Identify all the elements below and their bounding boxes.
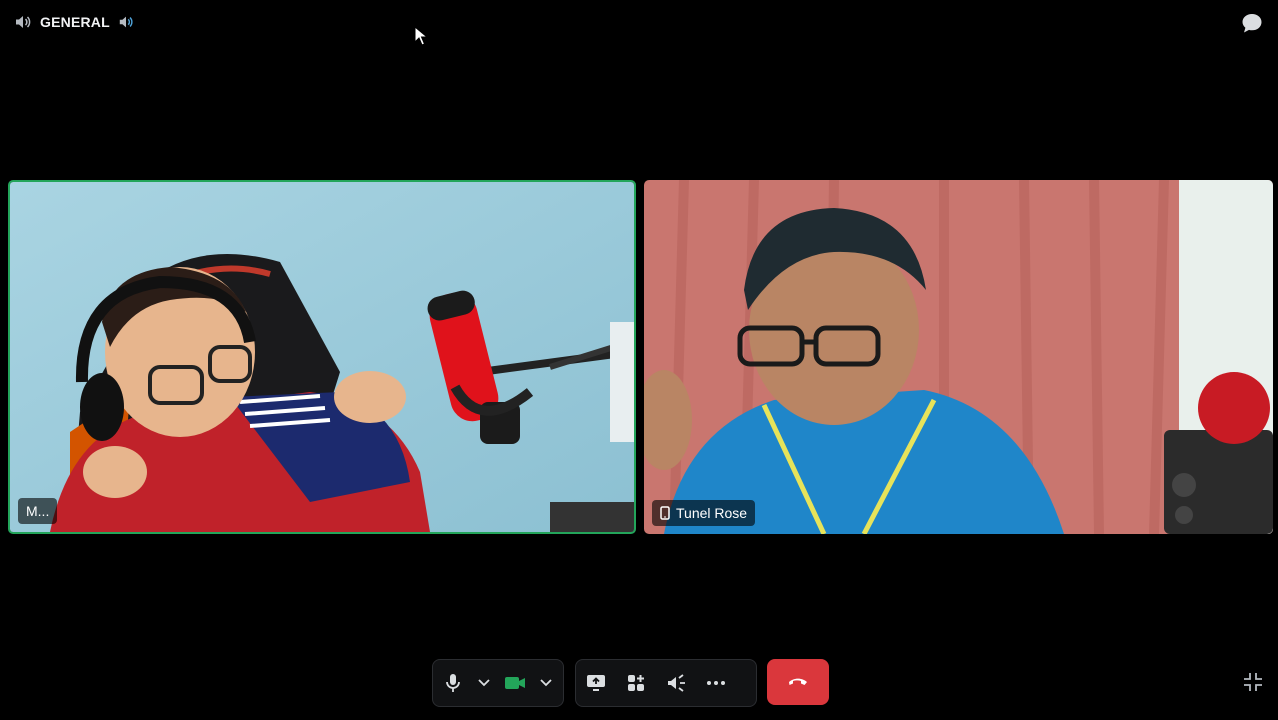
soundboard-icon xyxy=(666,674,686,692)
activity-controls-group xyxy=(575,659,757,707)
activities-button[interactable] xyxy=(616,663,656,703)
video-tile-participant-2[interactable]: Tunel Rose xyxy=(644,180,1273,534)
chevron-down-icon xyxy=(540,679,552,687)
channel-name: GENERAL xyxy=(40,14,110,30)
microphone-options-button[interactable] xyxy=(473,663,495,703)
disconnect-button[interactable] xyxy=(767,659,829,705)
participant-2-video xyxy=(644,180,1273,534)
chat-bubble-icon[interactable] xyxy=(1240,12,1264,34)
participant-name-tag: M... xyxy=(18,498,58,524)
more-icon xyxy=(707,681,725,685)
hang-up-icon xyxy=(788,677,808,687)
camera-button[interactable] xyxy=(495,663,535,703)
exit-fullscreen-icon xyxy=(1242,671,1264,693)
channel-header: GENERAL xyxy=(14,13,134,31)
top-bar: GENERAL xyxy=(0,0,1278,46)
chevron-down-icon xyxy=(478,679,490,687)
mouse-cursor-icon xyxy=(414,26,428,46)
mobile-icon xyxy=(660,506,670,520)
media-controls-group xyxy=(432,659,564,707)
volume-icon xyxy=(118,14,134,30)
participant-name-tag: Tunel Rose xyxy=(652,500,756,526)
screen-share-icon xyxy=(586,674,606,692)
microphone-button[interactable] xyxy=(433,663,473,703)
screen-share-button[interactable] xyxy=(576,663,616,703)
microphone-icon xyxy=(444,673,462,693)
camera-icon xyxy=(504,675,526,691)
participant-name: M... xyxy=(26,503,50,519)
activities-icon xyxy=(627,674,645,692)
participant-1-video xyxy=(10,182,634,532)
video-tile-participant-1[interactable]: M... xyxy=(8,180,636,534)
speaker-icon xyxy=(14,13,32,31)
participant-name: Tunel Rose xyxy=(676,505,748,521)
exit-fullscreen-button[interactable] xyxy=(1242,671,1264,693)
more-options-button[interactable] xyxy=(696,663,736,703)
soundboard-button[interactable] xyxy=(656,663,696,703)
call-controls xyxy=(0,659,1278,707)
camera-options-button[interactable] xyxy=(535,663,557,703)
